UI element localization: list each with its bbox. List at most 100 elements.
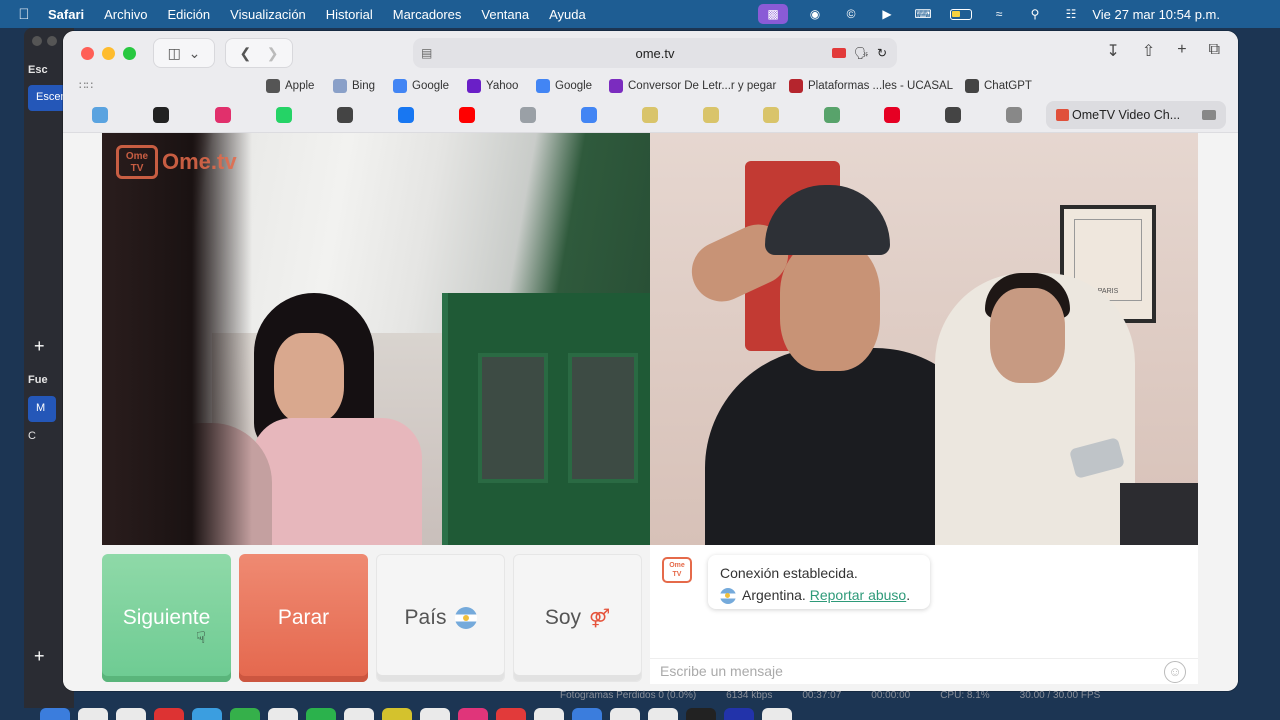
dock-app-icon[interactable]	[116, 708, 146, 720]
screen-recording-icon[interactable]: ▩	[758, 4, 788, 24]
play-icon[interactable]: ▶	[878, 7, 896, 21]
dock-app-icon[interactable]	[648, 708, 678, 720]
keyboard-icon[interactable]: ⌨	[914, 7, 932, 21]
c-app-icon[interactable]: ©	[842, 7, 860, 21]
gender-button-label: Soy	[544, 606, 582, 629]
emoji-icon[interactable]: ☺	[1164, 661, 1186, 683]
dock-app-icon[interactable]	[230, 708, 260, 720]
dock-app-icon[interactable]	[40, 708, 70, 720]
ometv-chat-logo-icon: Ome TV	[662, 557, 692, 583]
dock-app-icon[interactable]	[268, 708, 298, 720]
menu-ventana[interactable]: Ventana	[481, 7, 529, 22]
sidebar-icon: ◫	[167, 44, 181, 61]
favorites-grid-icon[interactable]: ∷∷	[79, 79, 93, 92]
dock-app-icon[interactable]	[610, 708, 640, 720]
message-input[interactable]	[660, 663, 1140, 679]
favorite-conversor[interactable]: Conversor De Letr...r y pegar	[609, 79, 776, 93]
dock-app-icon[interactable]	[686, 708, 716, 720]
tab-icon[interactable]	[824, 107, 840, 123]
tab-icon[interactable]	[642, 107, 658, 123]
obs-scene-item[interactable]: Escen	[28, 85, 68, 111]
tab-icon[interactable]	[276, 107, 292, 123]
tab-icon[interactable]	[1006, 107, 1022, 123]
obs-add-scene-icon[interactable]: +	[34, 336, 45, 357]
menu-visualizacion[interactable]: Visualización	[230, 7, 306, 22]
obs-source-item-2[interactable]: C	[28, 430, 36, 442]
dock-app-icon[interactable]	[534, 708, 564, 720]
tab-icon[interactable]	[581, 107, 597, 123]
obs-window-controls	[32, 36, 57, 46]
page-menu-icon[interactable]: ▤	[421, 46, 432, 60]
tab-icon[interactable]	[337, 107, 353, 123]
obs-status-bar: Fotogramas Perdidos 0 (0.0%) 6134 kbps 0…	[560, 690, 1280, 704]
close-window-icon[interactable]	[81, 47, 94, 60]
menu-archivo[interactable]: Archivo	[104, 7, 147, 22]
tab-icon[interactable]	[884, 107, 900, 123]
tab-icon[interactable]	[215, 107, 231, 123]
tab-icon[interactable]	[520, 107, 536, 123]
dock-app-icon[interactable]	[458, 708, 488, 720]
back-icon[interactable]: ❮	[239, 45, 251, 62]
dock-app-icon[interactable]	[344, 708, 374, 720]
control-center-icon[interactable]: ☷	[1062, 7, 1080, 21]
favorite-ucasal[interactable]: Plataformas ...les - UCASAL	[789, 79, 953, 93]
menu-historial[interactable]: Historial	[326, 7, 373, 22]
favorite-google-2[interactable]: Google	[536, 79, 592, 93]
obs-icon[interactable]: ◉	[806, 7, 824, 21]
stop-button[interactable]: Parar	[239, 554, 368, 682]
tab-icon[interactable]	[945, 107, 961, 123]
tab-overview-icon[interactable]: ⧉	[1209, 41, 1220, 61]
url-text[interactable]: ome.tv	[635, 46, 674, 61]
country-button[interactable]: País	[376, 554, 505, 682]
dock-app-icon[interactable]	[192, 708, 222, 720]
menu-app-safari[interactable]: Safari	[48, 7, 84, 22]
tab-icon[interactable]	[459, 107, 475, 123]
minimize-window-icon[interactable]	[102, 47, 115, 60]
dock-app-icon[interactable]	[78, 708, 108, 720]
tab-icon[interactable]	[703, 107, 719, 123]
search-icon[interactable]: ⚲	[1026, 7, 1044, 21]
gender-button[interactable]: Soy ⚤	[513, 554, 642, 682]
tab-ometv[interactable]: OmeTV Video Ch...	[1046, 101, 1226, 129]
dock-app-icon[interactable]	[762, 708, 792, 720]
zoom-window-icon[interactable]	[123, 47, 136, 60]
tab-icon[interactable]	[763, 107, 779, 123]
favorite-google[interactable]: Google	[393, 79, 449, 93]
favorite-apple[interactable]: Apple	[266, 79, 314, 93]
tab-icon[interactable]	[92, 107, 108, 123]
dock-app-icon[interactable]	[306, 708, 336, 720]
address-bar[interactable]: ▤ ome.tv 🗣 ↻	[413, 38, 897, 68]
hand-cursor-icon: ☟	[196, 630, 206, 647]
apple-menu-icon[interactable]: 	[0, 6, 48, 23]
downloads-icon[interactable]: ↧	[1106, 41, 1119, 61]
translate-icon[interactable]: 🗣	[854, 46, 869, 60]
dock-app-icon[interactable]	[420, 708, 450, 720]
forward-icon[interactable]: ❯	[267, 45, 279, 62]
sidebar-toggle-button[interactable]: ◫ ⌄	[153, 38, 215, 68]
dock-app-icon[interactable]	[572, 708, 602, 720]
favorite-bing[interactable]: Bing	[333, 79, 375, 93]
menu-edicion[interactable]: Edición	[168, 7, 211, 22]
dock-app-icon[interactable]	[724, 708, 754, 720]
obs-source-item[interactable]: M	[28, 396, 56, 422]
menu-marcadores[interactable]: Marcadores	[393, 7, 462, 22]
new-tab-icon[interactable]: +	[1177, 41, 1186, 61]
tab-icon[interactable]	[153, 107, 169, 123]
reload-icon[interactable]: ↻	[877, 46, 887, 60]
wifi-icon[interactable]: ≈	[990, 7, 1008, 21]
battery-icon[interactable]	[950, 8, 972, 20]
favorite-yahoo[interactable]: Yahoo	[467, 79, 518, 93]
menu-clock[interactable]: Vie 27 mar 10:54 p.m.	[1092, 7, 1220, 22]
dock-app-icon[interactable]	[496, 708, 526, 720]
favorite-chatgpt[interactable]: ChatGPT	[965, 79, 1032, 93]
next-button[interactable]: Siguiente	[102, 554, 231, 682]
camera-in-use-icon[interactable]	[831, 48, 846, 58]
share-icon[interactable]: ⇧	[1142, 41, 1155, 61]
person-face	[274, 333, 344, 423]
dock-app-icon[interactable]	[382, 708, 412, 720]
obs-add-source-icon[interactable]: +	[34, 646, 45, 667]
tab-icon[interactable]	[398, 107, 414, 123]
report-abuse-link[interactable]: Reportar abuso	[810, 587, 907, 603]
dock-app-icon[interactable]	[154, 708, 184, 720]
menu-ayuda[interactable]: Ayuda	[549, 7, 586, 22]
